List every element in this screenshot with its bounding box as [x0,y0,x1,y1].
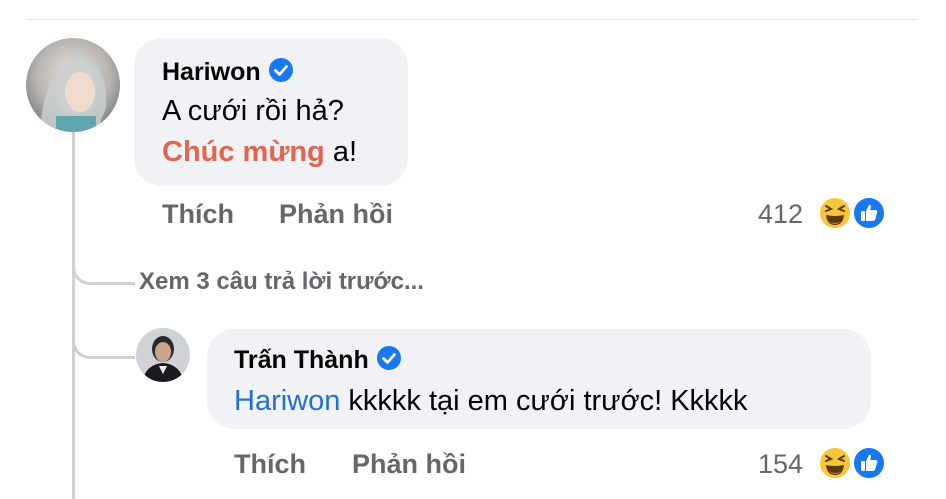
comment-text-line-2: Chúc mừng a! [162,136,357,169]
reaction-count[interactable]: 154 [758,449,803,480]
author-name[interactable]: Trấn Thành [234,346,369,374]
author-name[interactable]: Hariwon [162,58,261,86]
avatar[interactable] [26,38,120,132]
divider [26,19,918,20]
mention-link[interactable]: Hariwon [234,385,340,417]
thread-branch [72,240,135,285]
verified-badge-icon [268,58,293,89]
reply-button[interactable]: Phản hồi [352,449,466,480]
reply-button[interactable]: Phản hồi [279,199,393,230]
laughing-emoji-icon[interactable] [818,446,852,480]
view-previous-replies-link[interactable]: Xem 3 câu trả lời trước... [139,268,424,296]
comment-text-line-1: Hariwon kkkkk tại em cưới trước! Kkkkk [234,385,748,418]
comment-author[interactable]: Hariwon [162,58,293,89]
like-icon[interactable] [852,446,886,480]
thread-line [72,130,75,499]
comment-text: kkkkk tại em cưới trước! Kkkkk [340,385,748,417]
verified-badge-icon [376,346,401,377]
highlighted-text: Chúc mừng [162,136,325,168]
comment-author[interactable]: Trấn Thành [234,346,401,377]
like-button[interactable]: Thích [162,199,234,230]
laughing-emoji-icon[interactable] [818,196,852,230]
comment-text: a! [324,136,358,168]
reaction-count[interactable]: 412 [758,199,803,230]
thread-branch [72,320,135,359]
like-icon[interactable] [852,196,886,230]
like-button[interactable]: Thích [234,449,306,480]
comment-text-line-1: A cưới rồi hả? [162,95,344,127]
avatar[interactable] [136,328,190,382]
